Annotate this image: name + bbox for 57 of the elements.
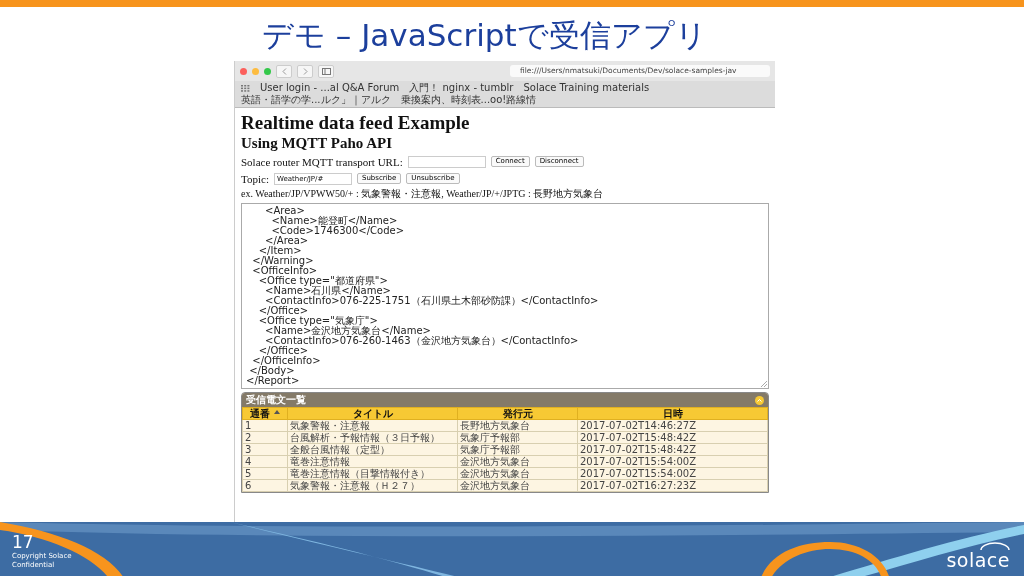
column-header[interactable]: 発行元 [457,407,578,420]
table-cell: 金沢地方気象台 [457,467,578,480]
table-cell: 金沢地方気象台 [457,479,578,492]
table-cell: 2017-07-02T15:48:42Z [577,443,768,456]
page-subheading: Using MQTT Paho API [241,134,393,153]
table-cell: 台風解析・予報情報（３日予報） [287,431,458,444]
sidebar-icon [321,67,331,75]
table-cell: 気象庁予報部 [457,431,578,444]
message-field[interactable]: <Area> <Name>能登町</Name> <Code>1746300</Code> </Area> </Item> </Warning> <OfficeInfo> <Office type="都道府県"> <Name>石川県</Name> <ContactInfo>076-225-1751（石川県土木部砂防課）</ContactInfo> </Office> <Office type="気象庁"> <Name>金沢地方気象台</Name> <ContactInfo>076-260-1463（金沢地方気象台）</ContactInfo> </Office> </OfficeInfo> </Body> </Report> [241,203,769,389]
close-icon[interactable] [240,67,247,75]
url-label: Solace router MQTT transport URL: [241,155,403,168]
url-field[interactable] [407,155,486,168]
column-header[interactable]: タイトル [287,407,458,420]
page-heading: Realtime data feed Example [241,112,471,134]
chevron-left-icon [281,67,287,75]
grid-icon[interactable] [241,84,250,92]
example-text: ex. Weather/JP/VPWW50/+ : 気象警報・注意報, Weather/JP/+/JPTG : 長野地方気象台 [241,187,605,201]
maximize-icon[interactable] [264,67,271,75]
table-cell: 気象庁予報部 [457,443,578,456]
table-cell: 2017-07-02T14:46:27Z [577,419,768,432]
minimize-icon[interactable] [252,67,259,75]
bookmark-link[interactable]: 入門！ nginx - tumblr [409,82,514,94]
slide-title: デモ – JavaScriptで受信アプリ [262,16,708,55]
table-cell: 1 [242,419,288,432]
table-cell: 竜巻注意情報 [287,455,458,468]
bookmark-link[interactable]: 乗換案内、時刻表...oo!路線情 [400,94,537,106]
logo-text: solace [946,550,1010,570]
sidebar-button[interactable] [318,64,334,78]
table-cell: 気象警報・注意報 [287,419,458,432]
table-cell: 3 [242,443,288,456]
table-cell: 2017-07-02T15:48:42Z [577,431,768,444]
table-cell: 2017-07-02T16:27:23Z [577,479,768,492]
page-number: 17 [12,532,35,552]
topic-label: Topic: [241,172,269,185]
table-cell: 全般台風情報（定型） [287,443,458,456]
collapse-icon[interactable] [755,395,764,405]
bookmark-link[interactable]: Solace Training materials [523,82,650,94]
chevron-right-icon [302,67,308,75]
table-cell: 4 [242,455,288,468]
bookmark-link[interactable]: 英語・語学の学...ルク」｜アルク [241,94,391,106]
table-cell: 気象警報・注意報（Ｈ２７） [287,479,458,492]
table-cell: 長野地方気象台 [457,419,578,432]
column-header[interactable]: 通番 [242,407,288,420]
forward-button[interactable] [297,64,313,78]
table-cell: 竜巻注意情報（目撃情報付き） [287,467,458,480]
table-cell: 6 [242,479,288,492]
table-cell: 2017-07-02T15:54:00Z [577,455,768,468]
table-cell: 2 [242,431,288,444]
panel-title: 受信電文一覧 [246,393,306,407]
bookmark-link[interactable]: User login - ...al Q&A Forum [260,82,400,94]
table-cell: 金沢地方気象台 [457,455,578,468]
column-header[interactable]: 日時 [577,407,768,420]
resize-grip-icon[interactable] [761,381,767,387]
logo-arc-icon [980,542,1010,550]
table-cell: 5 [242,467,288,480]
back-button[interactable] [276,64,292,78]
table-cell: 2017-07-02T15:54:00Z [577,467,768,480]
